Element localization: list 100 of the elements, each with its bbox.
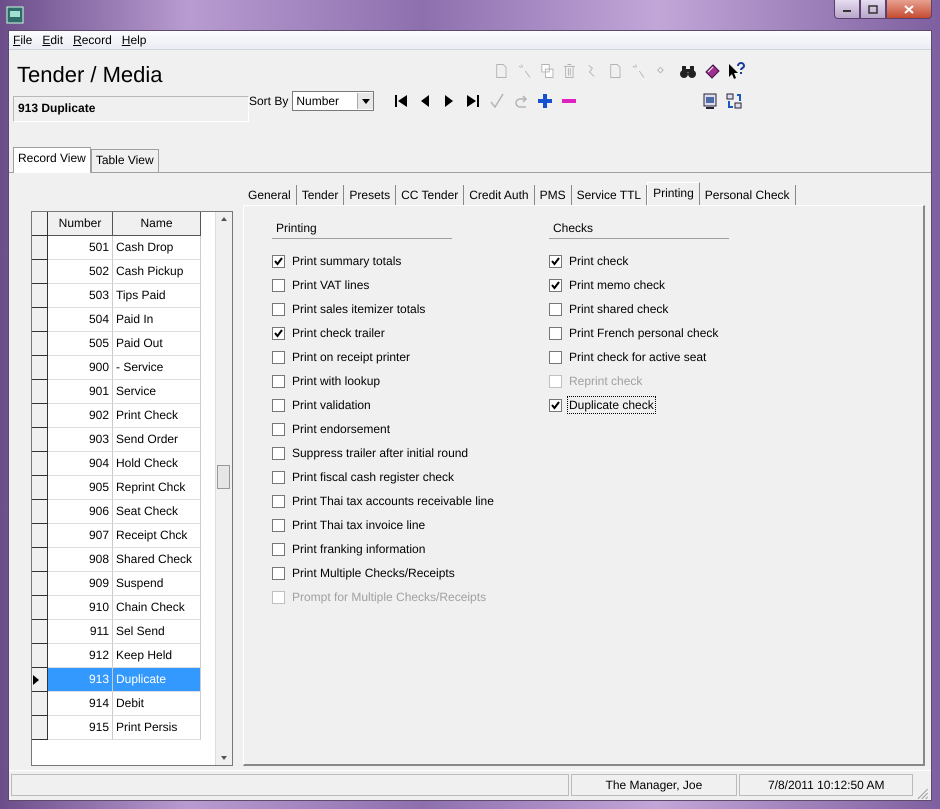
table-cell[interactable]: Tips Paid xyxy=(113,284,201,308)
row-selector[interactable] xyxy=(32,620,48,644)
table-cell[interactable]: 911 xyxy=(48,620,113,644)
table-cell[interactable]: Debit xyxy=(113,692,201,716)
table-cell[interactable]: Suspend xyxy=(113,572,201,596)
checkbox[interactable]: Print Multiple Checks/Receipts xyxy=(272,561,527,585)
table-cell[interactable]: Print Persis xyxy=(113,716,201,740)
checkbox[interactable]: Print French personal check xyxy=(549,321,799,345)
table-cell[interactable]: 902 xyxy=(48,404,113,428)
row-selector[interactable] xyxy=(32,500,48,524)
row-selector[interactable] xyxy=(32,236,48,260)
checkbox[interactable]: Print validation xyxy=(272,393,527,417)
row-selector[interactable] xyxy=(32,260,48,284)
tab[interactable]: Tender xyxy=(296,185,344,205)
checkbox[interactable]: Print shared check xyxy=(549,297,799,321)
checkbox[interactable]: Print check trailer xyxy=(272,321,527,345)
table-cell[interactable]: Cash Pickup xyxy=(113,260,201,284)
menu-item[interactable]: Edit xyxy=(42,33,64,47)
table-cell[interactable]: Hold Check xyxy=(113,452,201,476)
scroll-thumb[interactable] xyxy=(217,465,230,489)
checkbox[interactable]: Print VAT lines xyxy=(272,273,527,297)
table-cell[interactable]: Paid In xyxy=(113,308,201,332)
table-cell[interactable]: Keep Held xyxy=(113,644,201,668)
column-header[interactable]: Name xyxy=(113,212,201,236)
table-cell[interactable]: 901 xyxy=(48,380,113,404)
menu-item[interactable]: Record xyxy=(73,33,112,47)
table-cell[interactable]: 503 xyxy=(48,284,113,308)
tab[interactable]: Service TTL xyxy=(572,185,648,205)
table-cell[interactable]: Send Order xyxy=(113,428,201,452)
checkbox[interactable]: Duplicate check xyxy=(549,393,799,417)
table-cell[interactable]: 904 xyxy=(48,452,113,476)
row-selector[interactable] xyxy=(32,476,48,500)
table-cell[interactable]: Print Check xyxy=(113,404,201,428)
row-selector[interactable] xyxy=(32,428,48,452)
table-cell[interactable]: Reprint Chck xyxy=(113,476,201,500)
table-cell[interactable]: 903 xyxy=(48,428,113,452)
checkbox[interactable]: Print check for active seat xyxy=(549,345,799,369)
table-cell[interactable]: 906 xyxy=(48,500,113,524)
row-selector[interactable] xyxy=(32,692,48,716)
menu-item[interactable]: Help xyxy=(122,33,146,47)
table-cell[interactable]: 910 xyxy=(48,596,113,620)
menu-item[interactable]: File xyxy=(13,33,32,47)
table-cell[interactable]: 907 xyxy=(48,524,113,548)
table-cell[interactable]: Receipt Chck xyxy=(113,524,201,548)
table-cell[interactable]: 502 xyxy=(48,260,113,284)
table-cell[interactable]: 912 xyxy=(48,644,113,668)
plus-icon[interactable] xyxy=(536,92,554,110)
table-cell[interactable]: 915 xyxy=(48,716,113,740)
checkbox[interactable]: Print endorsement xyxy=(272,417,527,441)
help-pointer-icon[interactable] xyxy=(727,62,745,80)
row-selector[interactable] xyxy=(32,284,48,308)
checkbox[interactable]: Print franking information xyxy=(272,537,527,561)
checkbox[interactable]: Print fiscal cash register check xyxy=(272,465,527,489)
table-cell[interactable]: 908 xyxy=(48,548,113,572)
maximize-button[interactable] xyxy=(860,0,886,19)
column-header[interactable]: Number xyxy=(48,212,113,236)
minimize-button[interactable] xyxy=(834,0,860,19)
sort-dropdown[interactable]: Number xyxy=(292,91,374,111)
row-selector[interactable] xyxy=(32,572,48,596)
monitor-icon[interactable] xyxy=(701,92,719,110)
table-cell[interactable]: 900 xyxy=(48,356,113,380)
row-selector[interactable] xyxy=(32,716,48,740)
row-selector[interactable] xyxy=(32,308,48,332)
row-selector[interactable] xyxy=(32,356,48,380)
checkbox[interactable]: Print memo check xyxy=(549,273,799,297)
table-cell[interactable]: 914 xyxy=(48,692,113,716)
table-cell[interactable]: Cash Drop xyxy=(113,236,201,260)
row-selector[interactable] xyxy=(32,404,48,428)
row-selector[interactable] xyxy=(32,644,48,668)
close-button[interactable] xyxy=(886,0,932,19)
table-cell[interactable]: 504 xyxy=(48,308,113,332)
table-cell[interactable]: Service xyxy=(113,380,201,404)
row-selector[interactable] xyxy=(32,332,48,356)
checkbox[interactable]: Print with lookup xyxy=(272,369,527,393)
checkbox[interactable]: Print summary totals xyxy=(272,249,527,273)
row-selector[interactable] xyxy=(32,452,48,476)
checkbox[interactable]: Print on receipt printer xyxy=(272,345,527,369)
row-selector[interactable] xyxy=(32,380,48,404)
checkbox[interactable]: Print Thai tax invoice line xyxy=(272,513,527,537)
checkbox[interactable]: Print sales itemizer totals xyxy=(272,297,527,321)
table-cell[interactable]: 501 xyxy=(48,236,113,260)
tab[interactable]: PMS xyxy=(534,185,572,205)
row-selector[interactable] xyxy=(32,548,48,572)
table-cell[interactable]: - Service xyxy=(113,356,201,380)
sync-icon[interactable] xyxy=(725,92,743,110)
scrollbar[interactable] xyxy=(215,212,232,765)
view-tab[interactable]: Table View xyxy=(90,149,159,172)
view-tab[interactable]: Record View xyxy=(13,147,91,173)
table-cell[interactable]: 905 xyxy=(48,476,113,500)
row-selector[interactable] xyxy=(32,668,48,692)
table-cell[interactable]: 909 xyxy=(48,572,113,596)
row-selector[interactable] xyxy=(32,596,48,620)
checkbox[interactable]: Suppress trailer after initial round xyxy=(272,441,527,465)
tab[interactable]: Printing xyxy=(647,182,700,206)
table-cell[interactable]: Shared Check xyxy=(113,548,201,572)
row-selector[interactable] xyxy=(32,524,48,548)
table-cell[interactable]: Paid Out xyxy=(113,332,201,356)
table-cell[interactable]: Seat Check xyxy=(113,500,201,524)
table-cell[interactable]: Sel Send xyxy=(113,620,201,644)
checkbox[interactable]: Print check xyxy=(549,249,799,273)
